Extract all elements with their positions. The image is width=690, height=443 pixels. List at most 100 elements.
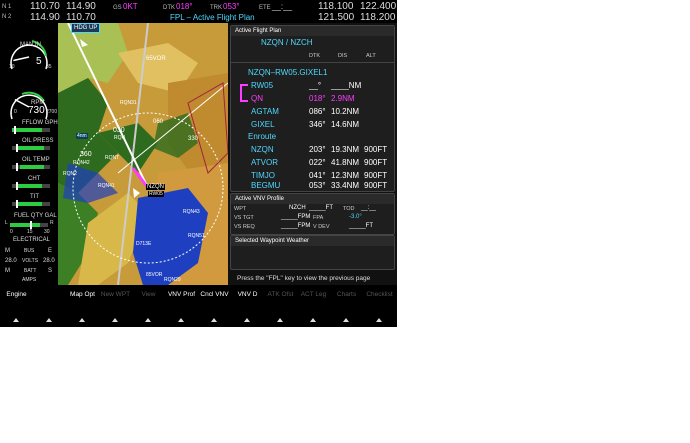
dtk-value: 018° (176, 2, 193, 11)
fuel-qty-label: FUEL QTY GAL (14, 213, 57, 219)
fpl-row-dtk: __° (309, 81, 322, 90)
softkey-bezel-arrow-icon (376, 318, 382, 322)
fpl-row-dis: ____NM (331, 81, 362, 90)
map-label-rqn42: RQN42 (73, 160, 90, 166)
vnv-wpt-value: NZCH (289, 205, 306, 211)
col-alt-header: ALT (366, 53, 376, 59)
nav1-active-freq[interactable]: 110.70 (30, 1, 60, 12)
fpl-row-dtk: 086° (309, 107, 326, 116)
enroute-row-dtk: 203° (309, 145, 326, 154)
com2-active-freq[interactable]: 121.500 (318, 12, 354, 23)
rpm-min: 0 (14, 109, 17, 115)
fuel-left-label: L (5, 220, 8, 226)
map-label-rqn29: RQN29 (164, 277, 181, 283)
rpm-needle (14, 98, 30, 108)
enroute-row-dis: 12.3NM (331, 171, 360, 180)
softkey-vnv-prof[interactable]: VNV Prof (165, 288, 198, 302)
elec-volts-left: 28.0 (5, 258, 17, 264)
map-label-rqnt: RQNT (105, 155, 120, 161)
softkey-bezel-arrow-icon (112, 318, 118, 322)
softkey-bezel-arrow-icon (13, 318, 19, 322)
map-label-rqn2: RQN2 (63, 171, 77, 177)
enroute-row-name[interactable]: ATVOR (251, 158, 278, 167)
map-label-rqn31: RQN31 (120, 100, 137, 106)
enroute-row-dtk: 041° (309, 171, 326, 180)
gs-value: 0KT (123, 2, 138, 11)
waypoint-weather-window: Selected Waypoint Weather (230, 235, 395, 270)
elec-batt-label: BATT (24, 268, 37, 274)
elec-volts-label: VOLTS (22, 258, 39, 264)
fuel-scale-mid: 15 (27, 229, 33, 235)
fpl-row-name[interactable]: QN (251, 94, 263, 103)
rpm-max: 2700 (46, 109, 58, 115)
enroute-label: Enroute (248, 132, 277, 141)
enroute-row-dtk: 053° (309, 181, 326, 190)
fpl-procedure-label[interactable]: NZQN–RW05.GIXEL1 (248, 68, 327, 77)
manin-needle (13, 56, 30, 62)
fpl-row-dis: 2.9NM (331, 94, 355, 103)
manin-label: MAN IN (20, 42, 41, 48)
enroute-row-name[interactable]: BEGMU (251, 181, 280, 190)
softkey-bezel-arrow-icon (46, 318, 52, 322)
moving-map[interactable]: HDG UP 65VOR 060 030 330 360 NZQN RW05 R… (58, 23, 228, 285)
softkey-act-leg[interactable]: ACT Leg (297, 288, 330, 302)
map-label-rw05: RW05 (148, 191, 164, 197)
softkey-checklist[interactable]: Checklist (363, 288, 396, 302)
elec-bus-label: BUS (24, 248, 35, 254)
active-leg-bracket (240, 84, 248, 102)
fpl-row-dtk: 346° (309, 120, 326, 129)
softkey-atk-ofst[interactable]: ATK Ofst (264, 288, 297, 302)
map-orientation-badge[interactable]: HDG UP (71, 23, 101, 33)
tit-bar (12, 200, 50, 208)
fuel-scale-max: 30 (44, 229, 50, 235)
softkey-new-wpt[interactable]: New WPT (99, 288, 132, 302)
com2-standby-freq[interactable]: 118.200 (360, 12, 395, 23)
ete-label: ETE (259, 5, 271, 11)
gs-label: GS (113, 5, 122, 11)
softkey-bar: Engine Map Opt New WPT View VNV Prof Cnc… (0, 285, 397, 327)
weather-header: Selected Waypoint Weather (231, 236, 394, 246)
softkey-vnv-d[interactable]: VNV D (231, 288, 264, 302)
fpl-header-divider (231, 62, 394, 63)
oil-press-label: OIL PRESS (22, 138, 54, 144)
vnv-fpa-label: FPA (313, 215, 324, 221)
map-label-vor2: 85VOR (146, 272, 163, 278)
vnv-tod-value: __:__ (361, 205, 377, 211)
active-fpl-header: Active Flight Plan (231, 26, 394, 36)
vnv-vdev-value: _____FT (349, 223, 374, 229)
mfd-screen: N 1 N 2 110.70 114.90 114.90 110.70 GS 0… (0, 0, 397, 327)
map-label-330: 330 (188, 136, 199, 142)
enroute-row-name[interactable]: NZQN (251, 145, 274, 154)
map-label-nzqn: NZQN (146, 184, 165, 190)
fpl-row-name[interactable]: RW05 (251, 81, 273, 90)
map-label-rqn: RQN (114, 135, 126, 141)
oil-temp-label: OIL TEMP (22, 157, 50, 163)
nav2-active-freq[interactable]: 114.90 (30, 12, 60, 23)
enroute-row-name[interactable]: TIMJO (251, 171, 275, 180)
softkey-blank[interactable] (33, 288, 66, 302)
com1-active-freq[interactable]: 118.100 (318, 1, 353, 12)
softkey-bezel-arrow-icon (178, 318, 184, 322)
softkey-bezel-arrow-icon (79, 318, 85, 322)
enroute-row-alt: 900FT (364, 158, 388, 167)
manin-max: 35 (46, 64, 52, 70)
com1-standby-freq[interactable]: 122.400 (360, 1, 396, 12)
fpl-route-title: NZQN / NZCH (261, 38, 313, 47)
vnv-vsreq-label: VS REQ (234, 224, 255, 230)
fpl-row-name[interactable]: GIXEL (251, 120, 275, 129)
map-label-vor: 65VOR (146, 56, 166, 62)
softkey-bezel-arrow-icon (244, 318, 250, 322)
nav1-standby-freq[interactable]: 114.90 (66, 1, 96, 12)
engine-indication-strip: MAN IN 5 10 35 RPM 730 0 2700 FFLOW GPH … (0, 23, 58, 285)
softkey-cncl-vnv[interactable]: Cncl VNV (198, 288, 231, 302)
elec-bus-left: M (5, 248, 10, 254)
softkey-map-opt[interactable]: Map Opt (66, 288, 99, 302)
fuel-flow-label: FFLOW GPH (22, 120, 58, 126)
nav2-standby-freq[interactable]: 110.70 (66, 12, 96, 23)
enroute-row-dis: 33.4NM (331, 181, 360, 190)
softkey-view[interactable]: View (132, 288, 165, 302)
fpl-row-name[interactable]: AGTAM (251, 107, 279, 116)
softkey-engine[interactable]: Engine (0, 288, 33, 302)
softkey-charts[interactable]: Charts (330, 288, 363, 302)
enroute-row-dtk: 022° (309, 158, 326, 167)
